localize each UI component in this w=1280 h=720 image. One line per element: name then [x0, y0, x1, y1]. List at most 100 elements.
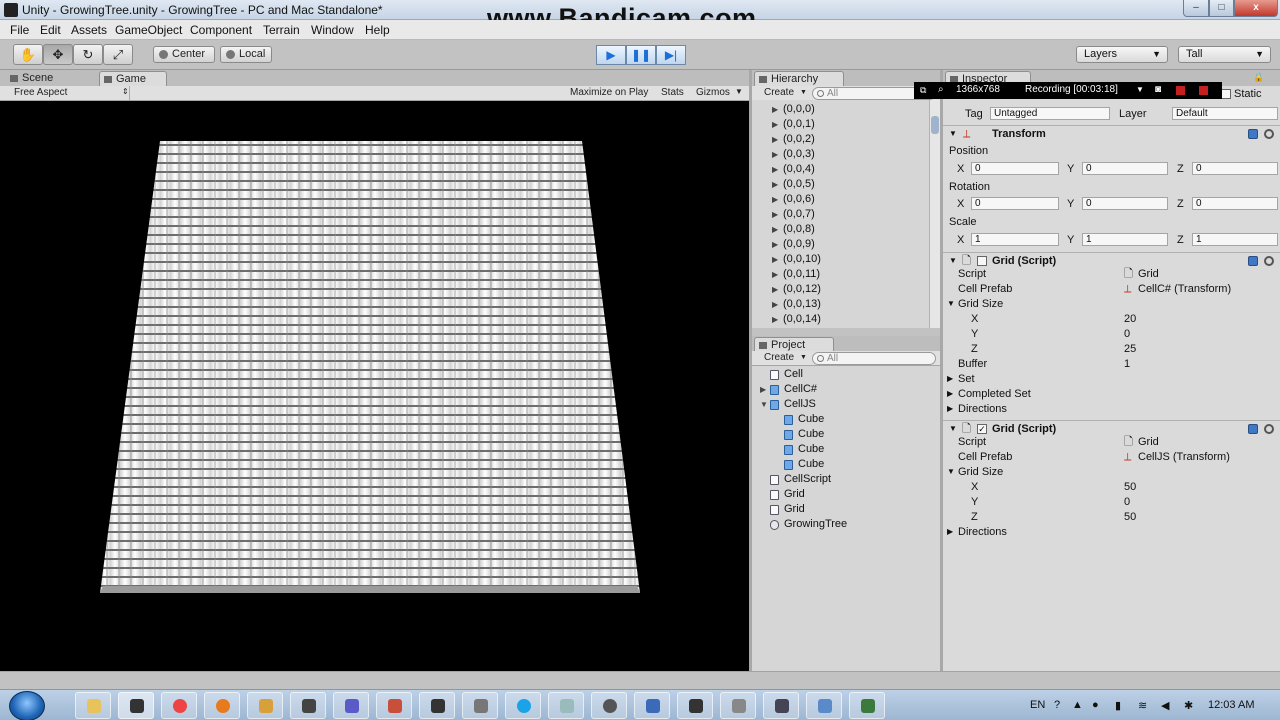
component-enabled-checkbox[interactable]	[977, 256, 987, 266]
hierarchy-scrollbar[interactable]	[929, 100, 940, 328]
position-x-field[interactable]: 0	[971, 162, 1059, 175]
cell-prefab-value[interactable]: CellJS (Transform)	[1138, 450, 1230, 464]
network-icon[interactable]: ●	[1092, 699, 1099, 711]
resize-icon[interactable]: ⧉	[920, 82, 926, 98]
collapse-arrow-icon[interactable]: ▼	[949, 254, 957, 268]
expand-arrow-icon[interactable]: ▶	[772, 252, 778, 267]
grid-script-header[interactable]: ▼ 🗋 Grid (Script)	[943, 252, 1280, 268]
grid-size-z-value[interactable]: 25	[1124, 342, 1136, 356]
tab-scene[interactable]: Scene	[6, 71, 61, 87]
expand-arrow-icon[interactable]: ▶	[947, 387, 953, 401]
scale-x-field[interactable]: 1	[971, 233, 1059, 246]
script-value[interactable]: Grid	[1138, 267, 1159, 281]
expand-arrow-icon[interactable]: ▶	[772, 222, 778, 237]
taskbar-app[interactable]	[548, 692, 584, 719]
help-icon[interactable]	[1248, 129, 1258, 139]
battery-icon[interactable]: ▮	[1115, 699, 1121, 712]
cell-prefab-value[interactable]: CellC# (Transform)	[1138, 282, 1231, 296]
taskbar-app[interactable]	[634, 692, 670, 719]
grid-script-header[interactable]: ▼ 🗋 ✓ Grid (Script)	[943, 420, 1280, 436]
gizmos-toggle[interactable]: Gizmos	[696, 87, 730, 98]
expand-arrow-icon[interactable]: ▶	[772, 192, 778, 207]
static-checkbox[interactable]	[1221, 89, 1231, 99]
expand-arrow-icon[interactable]: ▶	[772, 267, 778, 282]
close-button[interactable]: x	[1234, 0, 1278, 17]
taskbar-app[interactable]	[462, 692, 498, 719]
position-y-field[interactable]: 0	[1082, 162, 1168, 175]
list-item[interactable]: ▶ (0,0,6)	[752, 192, 930, 207]
menu-window[interactable]: Window	[311, 23, 354, 37]
list-item[interactable]: ▶ (0,0,0)	[752, 102, 930, 117]
menu-file[interactable]: File	[10, 23, 29, 37]
taskbar-unity[interactable]	[118, 692, 154, 719]
collapse-arrow-icon[interactable]: ▼	[949, 127, 957, 141]
collapse-arrow-icon[interactable]: ▼	[947, 297, 955, 311]
scrollbar-thumb[interactable]	[931, 116, 939, 134]
tab-game[interactable]: Game	[99, 71, 167, 87]
menu-edit[interactable]: Edit	[40, 23, 61, 37]
list-item[interactable]: ▶ (0,0,3)	[752, 147, 930, 162]
directions-label[interactable]: Directions	[958, 525, 1007, 539]
chevron-up-icon[interactable]: ▲	[1072, 699, 1083, 711]
gear-icon[interactable]	[1264, 256, 1274, 266]
script-value[interactable]: Grid	[1138, 435, 1159, 449]
list-item[interactable]: ▶ (0,0,7)	[752, 207, 930, 222]
menu-gameobject[interactable]: GameObject	[115, 23, 182, 37]
maximize-on-play-toggle[interactable]: Maximize on Play	[570, 87, 648, 98]
expand-arrow-icon[interactable]: ▶	[772, 117, 778, 132]
buffer-value[interactable]: 1	[1124, 357, 1130, 371]
menu-component[interactable]: Component	[190, 23, 252, 37]
layers-dropdown[interactable]: Layers ▼	[1076, 46, 1168, 63]
expand-arrow-icon[interactable]: ▶	[772, 162, 778, 177]
scale-tool-button[interactable]: ⤢	[103, 44, 133, 65]
taskbar-app[interactable]	[290, 692, 326, 719]
taskbar-firefox[interactable]	[204, 692, 240, 719]
rotate-tool-button[interactable]: ↻	[73, 44, 103, 65]
expand-arrow-icon[interactable]: ▶	[772, 102, 778, 117]
expand-arrow-icon[interactable]: ▶	[947, 525, 953, 539]
rotation-z-field[interactable]: 0	[1192, 197, 1278, 210]
gear-icon[interactable]	[1264, 424, 1274, 434]
taskbar-skype[interactable]	[505, 692, 541, 719]
expand-arrow-icon[interactable]: ▶	[772, 132, 778, 147]
help-icon[interactable]: ?	[1054, 699, 1060, 711]
lock-icon[interactable]: 🔒	[1253, 72, 1264, 83]
start-button[interactable]	[9, 691, 45, 720]
list-item[interactable]: ▶ (0,0,5)	[752, 177, 930, 192]
magnifier-icon[interactable]: ⌕	[938, 82, 944, 98]
pause-recording-icon[interactable]	[1176, 86, 1185, 95]
project-create-button[interactable]: Create	[764, 352, 794, 363]
list-item[interactable]: ▶ (0,0,1)	[752, 117, 930, 132]
expand-arrow-icon[interactable]: ▶	[772, 312, 778, 327]
expand-arrow-icon[interactable]: ▶	[772, 282, 778, 297]
scale-z-field[interactable]: 1	[1192, 233, 1278, 246]
space-local-button[interactable]: Local	[220, 46, 272, 63]
taskbar-app[interactable]	[677, 692, 713, 719]
language-indicator[interactable]: EN	[1030, 699, 1045, 711]
taskbar-app[interactable]	[720, 692, 756, 719]
tab-hierarchy[interactable]: Hierarchy	[754, 71, 844, 87]
taskbar-explorer[interactable]	[75, 692, 111, 719]
play-button[interactable]: ▶	[596, 45, 626, 65]
bluetooth-icon[interactable]: ✱	[1184, 699, 1193, 712]
taskbar-app[interactable]	[247, 692, 283, 719]
list-item[interactable]: ▶ (0,0,8)	[752, 222, 930, 237]
rotation-y-field[interactable]: 0	[1082, 197, 1168, 210]
taskbar-app[interactable]	[806, 692, 842, 719]
taskbar-app[interactable]	[333, 692, 369, 719]
expand-arrow-icon[interactable]: ▶	[772, 147, 778, 162]
directions-label[interactable]: Directions	[958, 402, 1007, 416]
completed-set-label[interactable]: Completed Set	[958, 387, 1031, 401]
transform-header[interactable]: ▼ ⟂ Transform	[943, 125, 1280, 141]
list-item[interactable]: ▶ (0,0,2)	[752, 132, 930, 147]
hierarchy-create-button[interactable]: Create	[764, 87, 794, 98]
project-search-input[interactable]: All	[812, 352, 936, 365]
collapse-arrow-icon[interactable]: ▼	[949, 422, 957, 436]
stats-toggle[interactable]: Stats	[661, 87, 684, 98]
stop-recording-icon[interactable]	[1199, 86, 1208, 95]
list-item[interactable]: ▶ (0,0,11)	[752, 267, 930, 282]
volume-icon[interactable]: ◀	[1161, 699, 1169, 712]
gear-icon[interactable]	[1264, 129, 1274, 139]
menu-help[interactable]: Help	[365, 23, 390, 37]
taskbar-unity[interactable]	[419, 692, 455, 719]
